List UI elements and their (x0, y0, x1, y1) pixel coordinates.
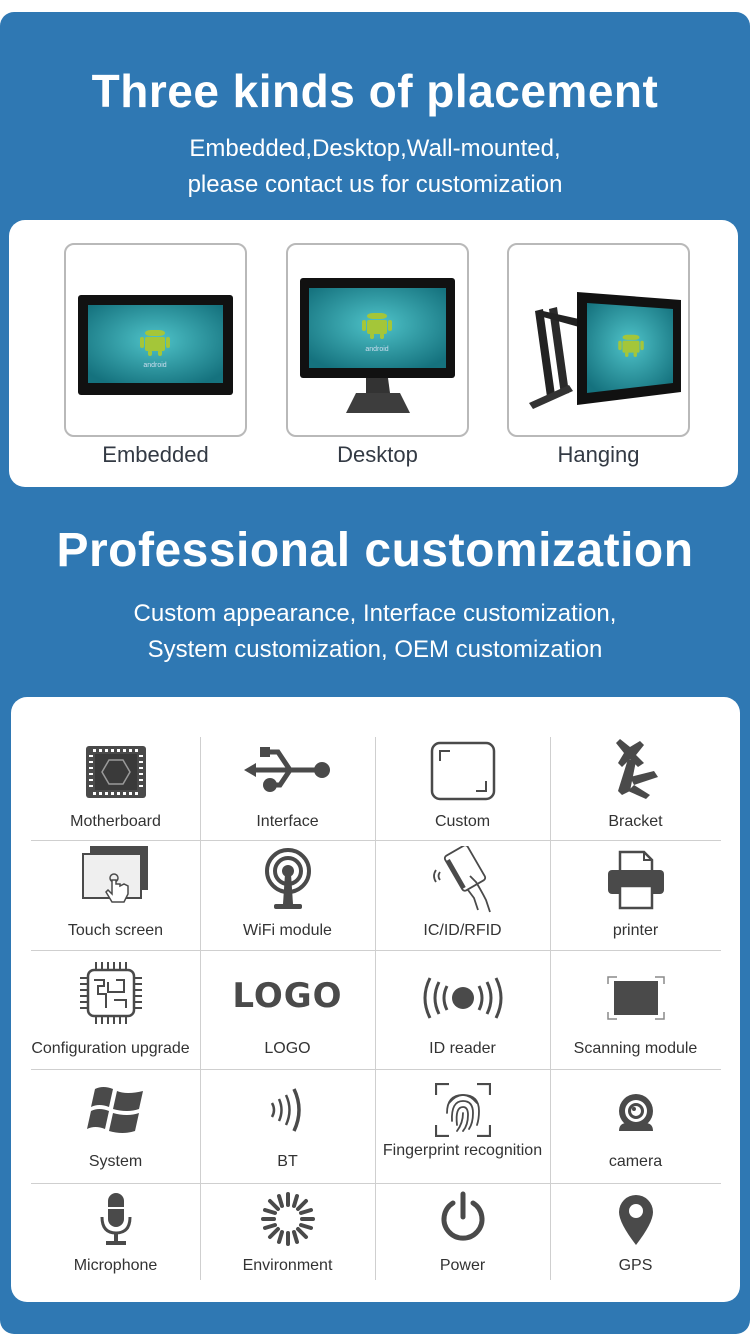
feature-label: Microphone (73, 1257, 158, 1274)
camera-icon (618, 1094, 653, 1131)
custom-frame-icon (430, 741, 495, 801)
feature-label: System (88, 1153, 143, 1170)
feature-label: printer (612, 922, 659, 939)
placement-label-hanging: Hanging (557, 442, 640, 467)
feature-label: Fingerprint recognition (382, 1142, 543, 1159)
power-icon (441, 1191, 484, 1241)
customization-subtitle: Custom appearance, Interface customizati… (0, 596, 750, 668)
id-reader-icon (423, 977, 502, 1019)
feature-bracket[interactable]: Bracket (550, 737, 721, 840)
feature-label: ID reader (429, 1040, 496, 1057)
feature-logo[interactable]: LOGO LOGO (200, 950, 375, 1069)
environment-icon (260, 1192, 315, 1246)
feature-wifi-module[interactable]: WiFi module (200, 840, 375, 950)
feature-power[interactable]: Power (375, 1183, 550, 1280)
placement-title: Three kinds of placement (91, 65, 659, 117)
feature-interface[interactable]: Interface (200, 737, 375, 840)
placement-card-embedded[interactable]: android (64, 243, 247, 437)
feature-label: Touch screen (67, 922, 164, 939)
wall-arm-mounted-pc-image (529, 292, 681, 409)
feature-motherboard[interactable]: Motherboard (31, 737, 200, 840)
feature-label: Motherboard (70, 813, 161, 830)
feature-microphone[interactable]: Microphone (31, 1183, 200, 1280)
placement-subtitle-line2: please contact us for customization (187, 171, 563, 198)
feature-label: IC/ID/RFID (423, 922, 502, 939)
scanner-icon (606, 976, 665, 1020)
svg-text:android: android (143, 362, 166, 369)
feature-environment[interactable]: Environment (200, 1183, 375, 1280)
feature-gps[interactable]: GPS (550, 1183, 721, 1280)
wifi-antenna-icon (264, 848, 311, 909)
placement-subtitle: Embedded,Desktop,Wall-mounted, please co… (0, 131, 750, 203)
feature-label: WiFi module (243, 922, 332, 939)
feature-configuration-upgrade[interactable]: Configuration upgrade (21, 950, 200, 1069)
logo-icon: LOGO (232, 976, 343, 1016)
placement-label-desktop: Desktop (337, 442, 418, 467)
placement-subtitle-line1: Embedded,Desktop,Wall-mounted, (189, 135, 561, 162)
rfid-card-icon (432, 846, 491, 913)
printer-icon (607, 850, 664, 910)
placement-label-embedded: Embedded (102, 442, 209, 467)
feature-label: camera (608, 1153, 663, 1170)
windows-icon (86, 1087, 143, 1133)
feature-label: Custom (434, 813, 491, 830)
feature-label: Interface (256, 813, 319, 830)
feature-label: Power (439, 1257, 486, 1274)
usb-icon (243, 747, 330, 792)
feature-label: Scanning module (573, 1040, 698, 1057)
gps-pin-icon (618, 1195, 653, 1245)
bluetooth-waves-icon (270, 1088, 301, 1132)
fingerprint-icon (434, 1083, 491, 1137)
feature-printer[interactable]: printer (550, 840, 721, 950)
bracket-icon (615, 739, 658, 799)
placement-card-desktop[interactable]: android (286, 243, 469, 437)
customization-title: Professional customization (56, 524, 694, 577)
feature-camera[interactable]: camera (550, 1069, 721, 1183)
feature-id-reader[interactable]: ID reader (375, 950, 550, 1069)
feature-scanning-module[interactable]: Scanning module (550, 950, 721, 1069)
customization-subtitle-line1: Custom appearance, Interface customizati… (133, 600, 617, 627)
placement-panel: android Embedded android Desktop Hanging (9, 220, 738, 487)
motherboard-icon (85, 746, 146, 798)
desktop-stand-pc-image: android (300, 278, 455, 413)
feature-bt[interactable]: BT (200, 1069, 375, 1183)
feature-label: Configuration upgrade (31, 1040, 190, 1057)
feature-custom[interactable]: Custom (375, 737, 550, 840)
microphone-icon (100, 1193, 131, 1245)
customization-panel: Motherboard Interface Custom Bracket Tou… (11, 697, 740, 1302)
customization-subtitle-line2: System customization, OEM customization (147, 636, 603, 663)
feature-system[interactable]: System (31, 1069, 200, 1183)
touch-screen-icon (81, 846, 148, 903)
feature-label: LOGO (264, 1040, 311, 1057)
feature-grid: Motherboard Interface Custom Bracket Tou… (11, 697, 740, 1302)
feature-ic-id-rfid[interactable]: IC/ID/RFID (375, 840, 550, 950)
embedded-panel-pc-image: android (78, 295, 233, 395)
feature-label: GPS (618, 1257, 653, 1274)
feature-fingerprint-recognition[interactable]: Fingerprint recognition (375, 1069, 550, 1183)
feature-label: Bracket (608, 813, 663, 830)
svg-text:android: android (365, 346, 388, 353)
feature-label: Environment (242, 1257, 333, 1274)
feature-touch-screen[interactable]: Touch screen (31, 840, 200, 950)
feature-label: BT (277, 1153, 298, 1170)
placement-card-hanging[interactable] (507, 243, 690, 437)
chip-icon (79, 962, 142, 1024)
